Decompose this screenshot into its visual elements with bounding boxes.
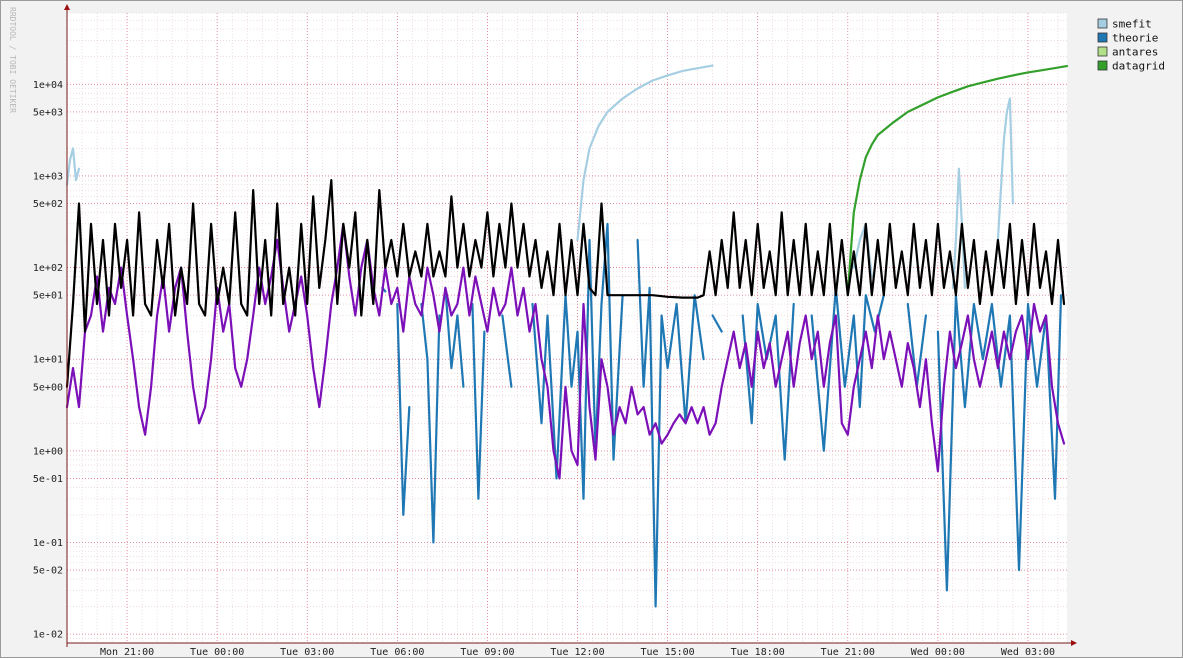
x-tick-label: Tue 06:00: [370, 647, 424, 657]
legend-swatch-datagrid: [1097, 60, 1108, 71]
y-tick-label: 1e+04: [33, 80, 63, 91]
legend-swatch-smefit: [1097, 18, 1108, 29]
legend-label-theorie: theorie: [1112, 32, 1158, 45]
y-tick-label: 1e-02: [33, 630, 63, 641]
legend-label-antares: antares: [1112, 46, 1158, 59]
x-tick-label: Tue 09:00: [460, 647, 514, 657]
x-tick-label: Tue 15:00: [641, 647, 695, 657]
x-tick-label: Wed 00:00: [911, 647, 965, 657]
y-tick-label: 5e+01: [33, 291, 63, 302]
legend-swatch-theorie: [1097, 32, 1108, 43]
watermark: RRDTOOL / TOBI OETIKER: [8, 7, 17, 113]
y-tick-label: 5e+02: [33, 199, 63, 210]
legend-swatch-antares: [1097, 46, 1108, 57]
y-tick-label: 5e+00: [33, 382, 63, 393]
x-tick-label: Wed 03:00: [1001, 647, 1055, 657]
legend-label-datagrid: datagrid: [1112, 60, 1165, 73]
y-tick-label: 5e-01: [33, 474, 63, 485]
y-tick-label: 5e-02: [33, 566, 63, 577]
x-tick-label: Mon 21:00: [100, 647, 154, 657]
legend-label-smefit: smefit: [1112, 18, 1152, 31]
y-tick-label: 1e+02: [33, 263, 63, 274]
chart-frame: 1e+04 5e+03 1e+03 5e+02 1e+02 5e+01 1e+01 5e+00…: [0, 0, 1183, 658]
y-tick-label: 1e-01: [33, 538, 63, 549]
y-tick-label: 5e+03: [33, 107, 63, 118]
x-tick-label: Tue 12:00: [550, 647, 604, 657]
x-tick-label: Tue 03:00: [280, 647, 334, 657]
y-tick-label: 1e+01: [33, 355, 63, 366]
y-tick-label: 1e+00: [33, 446, 63, 457]
x-tick-label: Tue 00:00: [190, 647, 244, 657]
rrd-graph: 1e+04 5e+03 1e+03 5e+02 1e+02 5e+01 1e+01 5e+00…: [1, 1, 1182, 657]
y-tick-label: 1e+03: [33, 171, 63, 182]
x-tick-label: Tue 18:00: [731, 647, 785, 657]
x-tick-label: Tue 21:00: [821, 647, 875, 657]
